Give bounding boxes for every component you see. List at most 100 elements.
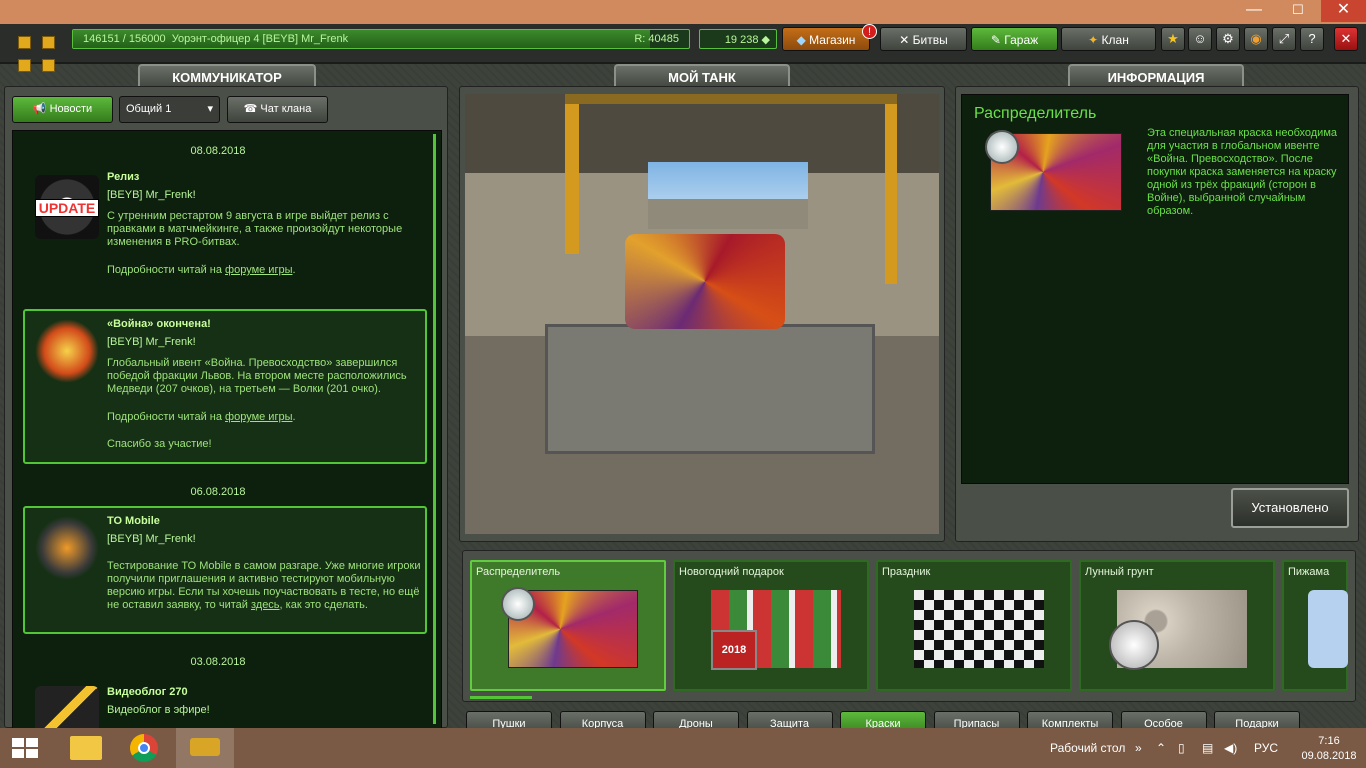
game-area: 146151 / 156000 Уорэнт-офицер 4 [BEYB] M… [0, 24, 1366, 737]
signup-link[interactable]: здесь [251, 599, 280, 611]
menu-grid-icon[interactable] [42, 59, 55, 72]
medal-icon: ✦ [1088, 33, 1099, 47]
hangar-beam [565, 94, 897, 104]
news-thanks: Спасибо за участие! [107, 438, 212, 450]
news-greeting: [BEYB] Mr_Frenk! [107, 336, 196, 348]
news-item: Видеоблог 270 Видеоблог в эфире! [23, 676, 427, 731]
item-card-holiday[interactable]: Праздник [876, 560, 1072, 691]
spray-gun-icon [985, 130, 1019, 164]
news-greeting: [BEYB] Mr_Frenk! [107, 533, 196, 545]
volume-icon[interactable]: ◀) [1224, 741, 1237, 755]
news-feed[interactable]: 08.08.2018 UPDATE Релиз [BEYB] Mr_Frenk!… [12, 130, 442, 732]
update-icon-label: UPDATE [35, 199, 99, 217]
help-icon[interactable]: ? [1300, 27, 1324, 51]
news-title: Релиз [107, 171, 140, 183]
item-card-label: Новогодний подарок [679, 566, 784, 578]
crystal-balance: 19 238 ◆ [699, 29, 777, 49]
item-card-moon-ground[interactable]: Лунный грунт [1079, 560, 1275, 691]
clan-label: Клан [1101, 33, 1129, 47]
news-text-suffix: , как это сделать. [279, 599, 368, 611]
installed-button[interactable]: Установлено [1231, 488, 1349, 528]
clan-chat-label: Чат клана [260, 103, 312, 115]
file-explorer-icon[interactable] [58, 728, 116, 768]
crystal-count: 19 238 [724, 34, 759, 46]
forum-link[interactable]: форуме игры [225, 411, 292, 423]
news-more-suffix: . [292, 264, 296, 276]
language-indicator[interactable]: РУС [1254, 741, 1278, 755]
item-card-pajama[interactable]: Пижама [1282, 560, 1348, 691]
network-icon[interactable]: ▤ [1202, 741, 1213, 755]
shop-button[interactable]: ◆ Магазин [782, 27, 870, 51]
clan-button[interactable]: ✦ Клан [1061, 27, 1156, 51]
windows-start-icon[interactable] [0, 728, 58, 768]
forum-link[interactable]: форуме игры [225, 264, 292, 276]
clapperboard-icon [35, 686, 99, 731]
shelf-scroll-indicator[interactable] [470, 696, 532, 699]
shop-label: Магазин [809, 33, 856, 47]
close-icon[interactable]: ✕ [1321, 0, 1366, 22]
megaphone-icon: 📢 [32, 103, 47, 115]
paint-preview [1308, 590, 1348, 668]
tank-preview[interactable] [465, 94, 939, 534]
garage-button[interactable]: ✎ Гараж [971, 27, 1058, 51]
news-item: «Война» окончена! [BEYB] Mr_Frenk! Глоба… [23, 309, 427, 464]
hangar-beam [885, 94, 897, 284]
channel-select[interactable]: Общий 1 ▾ [119, 96, 220, 123]
desktop-toolbar-label[interactable]: Рабочий стол [1050, 741, 1125, 755]
hangar-yard [648, 199, 808, 229]
channel-select-value: Общий 1 [126, 103, 172, 115]
chrome-icon[interactable] [116, 728, 174, 768]
wrench-icon: ✎ [990, 33, 1001, 47]
paint-can-year: 2018 [711, 630, 757, 670]
news-date: 03.08.2018 [190, 656, 246, 668]
star-icon[interactable]: ★ [1161, 27, 1185, 51]
update-gear-icon: UPDATE [35, 175, 99, 239]
shop-notification-badge: ! [862, 24, 877, 39]
item-card-label: Пижама [1288, 566, 1330, 578]
paint-preview [1109, 590, 1247, 670]
sound-icon[interactable]: ◉ [1244, 27, 1268, 51]
battles-label: Битвы [912, 33, 948, 47]
menu-grid-icon[interactable] [42, 36, 55, 49]
experience-bar: 146151 / 156000 Уорэнт-офицер 4 [BEYB] M… [72, 29, 690, 49]
chat-icon: ☎ [243, 103, 258, 115]
item-card-label: Лунный грунт [1085, 566, 1154, 578]
menu-grid-icon[interactable] [18, 36, 31, 49]
news-more: Подробности читай на форуме игры. [107, 411, 422, 424]
chevron-right-icon[interactable]: » [1135, 741, 1142, 755]
news-greeting: Видеоблог в эфире! [107, 704, 210, 716]
tray-expand-icon[interactable]: ⌃ [1156, 741, 1166, 755]
mobile-tank-icon [35, 516, 99, 580]
fullscreen-icon[interactable]: ⤢ [1272, 27, 1296, 51]
swords-icon: ✕ [899, 33, 910, 47]
chevron-down-icon: ▾ [207, 103, 213, 115]
menu-grid-icon[interactable] [18, 59, 31, 72]
battles-button[interactable]: ✕ Битвы [880, 27, 967, 51]
news-text: Глобальный ивент «Война. Превосходство» … [107, 357, 407, 395]
news-button[interactable]: 📢 Новости [12, 96, 113, 123]
settings-gear-icon[interactable]: ⚙ [1216, 27, 1240, 51]
news-greeting: [BEYB] Mr_Frenk! [107, 189, 196, 201]
maximize-icon[interactable]: ☐ [1278, 0, 1318, 22]
paint-preview [914, 590, 1044, 668]
clan-chat-button[interactable]: ☎ Чат клана [227, 96, 328, 123]
taskbar: Рабочий стол » ⌃ ▯ ▤ ◀) РУС 7:16 09.08.2… [0, 728, 1366, 768]
item-card-new-year-gift[interactable]: Новогодний подарок 2018 [673, 560, 869, 691]
tanki-app-icon[interactable] [176, 728, 234, 768]
battery-icon[interactable]: ▯ [1178, 741, 1185, 755]
news-item: UPDATE Релиз [BEYB] Mr_Frenk! С утренним… [23, 165, 427, 295]
minimize-icon[interactable]: — [1234, 0, 1274, 22]
news-title: ТО Mobile [107, 515, 160, 527]
tank-platform [545, 324, 875, 454]
moon-icon [1109, 620, 1159, 670]
exit-icon[interactable]: ✕ [1334, 27, 1358, 51]
news-title: Видеоблог 270 [107, 686, 188, 698]
clock-date: 09.08.2018 [1301, 750, 1357, 762]
item-card-raspredelitel[interactable]: Распределитель [470, 560, 666, 691]
friends-icon[interactable]: ☺ [1188, 27, 1212, 51]
news-scrollbar[interactable] [433, 134, 436, 724]
news-item: ТО Mobile [BEYB] Mr_Frenk! Тестирование … [23, 506, 427, 634]
clock[interactable]: 7:16 09.08.2018 [1296, 734, 1362, 764]
item-card-label: Распределитель [476, 566, 561, 578]
crystal-icon: ◆ [761, 34, 770, 46]
